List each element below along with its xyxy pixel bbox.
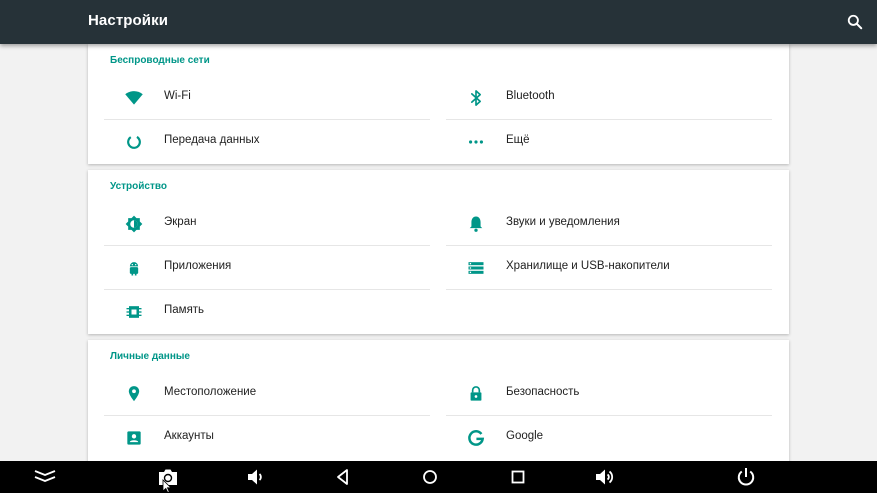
section-wireless: Беспроводные сети Wi-Fi Bluetooth Переда… [88,44,789,164]
section-personal: Личные данные Местоположение Безопасност… [88,340,789,461]
memory-icon [124,302,144,322]
settings-item-google[interactable]: Google [446,416,772,460]
app-bar: Настройки [0,0,877,44]
settings-item-location[interactable]: Местоположение [104,372,430,416]
settings-item-bluetooth[interactable]: Bluetooth [446,76,772,120]
navigation-bar [0,461,877,493]
more-icon [466,132,486,152]
volume-up-icon[interactable] [593,465,617,489]
recents-icon[interactable] [506,465,530,489]
settings-item-sounds[interactable]: Звуки и уведомления [446,202,772,246]
location-icon [124,384,144,404]
back-icon[interactable] [331,465,355,489]
settings-item-more[interactable]: Ещё [446,120,772,164]
settings-item-label: Wi-Fi [164,90,191,102]
section-title: Личные данные [110,351,190,362]
storage-icon [466,258,486,278]
settings-list[interactable]: Беспроводные сети Wi-Fi Bluetooth Переда… [0,44,877,461]
section-title: Беспроводные сети [110,55,210,66]
wifi-icon [124,88,144,108]
settings-item-label: Память [164,304,205,316]
mouse-cursor-icon [162,479,172,493]
settings-item-label: Безопасность [506,386,580,398]
settings-item-label: Хранилище и USB-накопители [506,260,670,272]
settings-item-apps[interactable]: Приложения [104,246,430,290]
settings-item-wifi[interactable]: Wi-Fi [104,76,430,120]
settings-item-label: Ещё [506,134,530,146]
settings-item-label: Google [506,430,544,442]
settings-item-storage[interactable]: Хранилище и USB-накопители [446,246,772,290]
lock-icon [466,384,486,404]
bell-icon [466,214,486,234]
google-icon [466,428,486,448]
home-icon[interactable] [418,465,442,489]
settings-item-accounts[interactable]: Аккаунты [104,416,430,460]
section-title: Устройство [110,181,167,192]
volume-down-icon[interactable] [244,465,268,489]
settings-item-label: Местоположение [164,386,257,398]
android-icon [124,258,144,278]
settings-item-security[interactable]: Безопасность [446,372,772,416]
data-usage-icon [124,132,144,152]
account-icon [124,428,144,448]
settings-item-label: Bluetooth [506,90,555,102]
settings-item-label: Приложения [164,260,232,272]
page-title: Настройки [88,12,169,29]
settings-item-data-usage[interactable]: Передача данных [104,120,430,164]
settings-item-label: Экран [164,216,197,228]
section-device: Устройство Экран Звуки и уведомления При… [88,170,789,334]
settings-item-display[interactable]: Экран [104,202,430,246]
hide-bar-icon[interactable] [33,465,57,489]
brightness-icon [124,214,144,234]
bluetooth-icon [466,88,486,108]
power-icon[interactable] [734,465,758,489]
settings-item-label: Аккаунты [164,430,214,442]
search-icon[interactable] [845,12,865,32]
settings-item-label: Звуки и уведомления [506,216,620,228]
settings-item-memory[interactable]: Память [104,290,430,334]
settings-item-label: Передача данных [164,134,260,146]
